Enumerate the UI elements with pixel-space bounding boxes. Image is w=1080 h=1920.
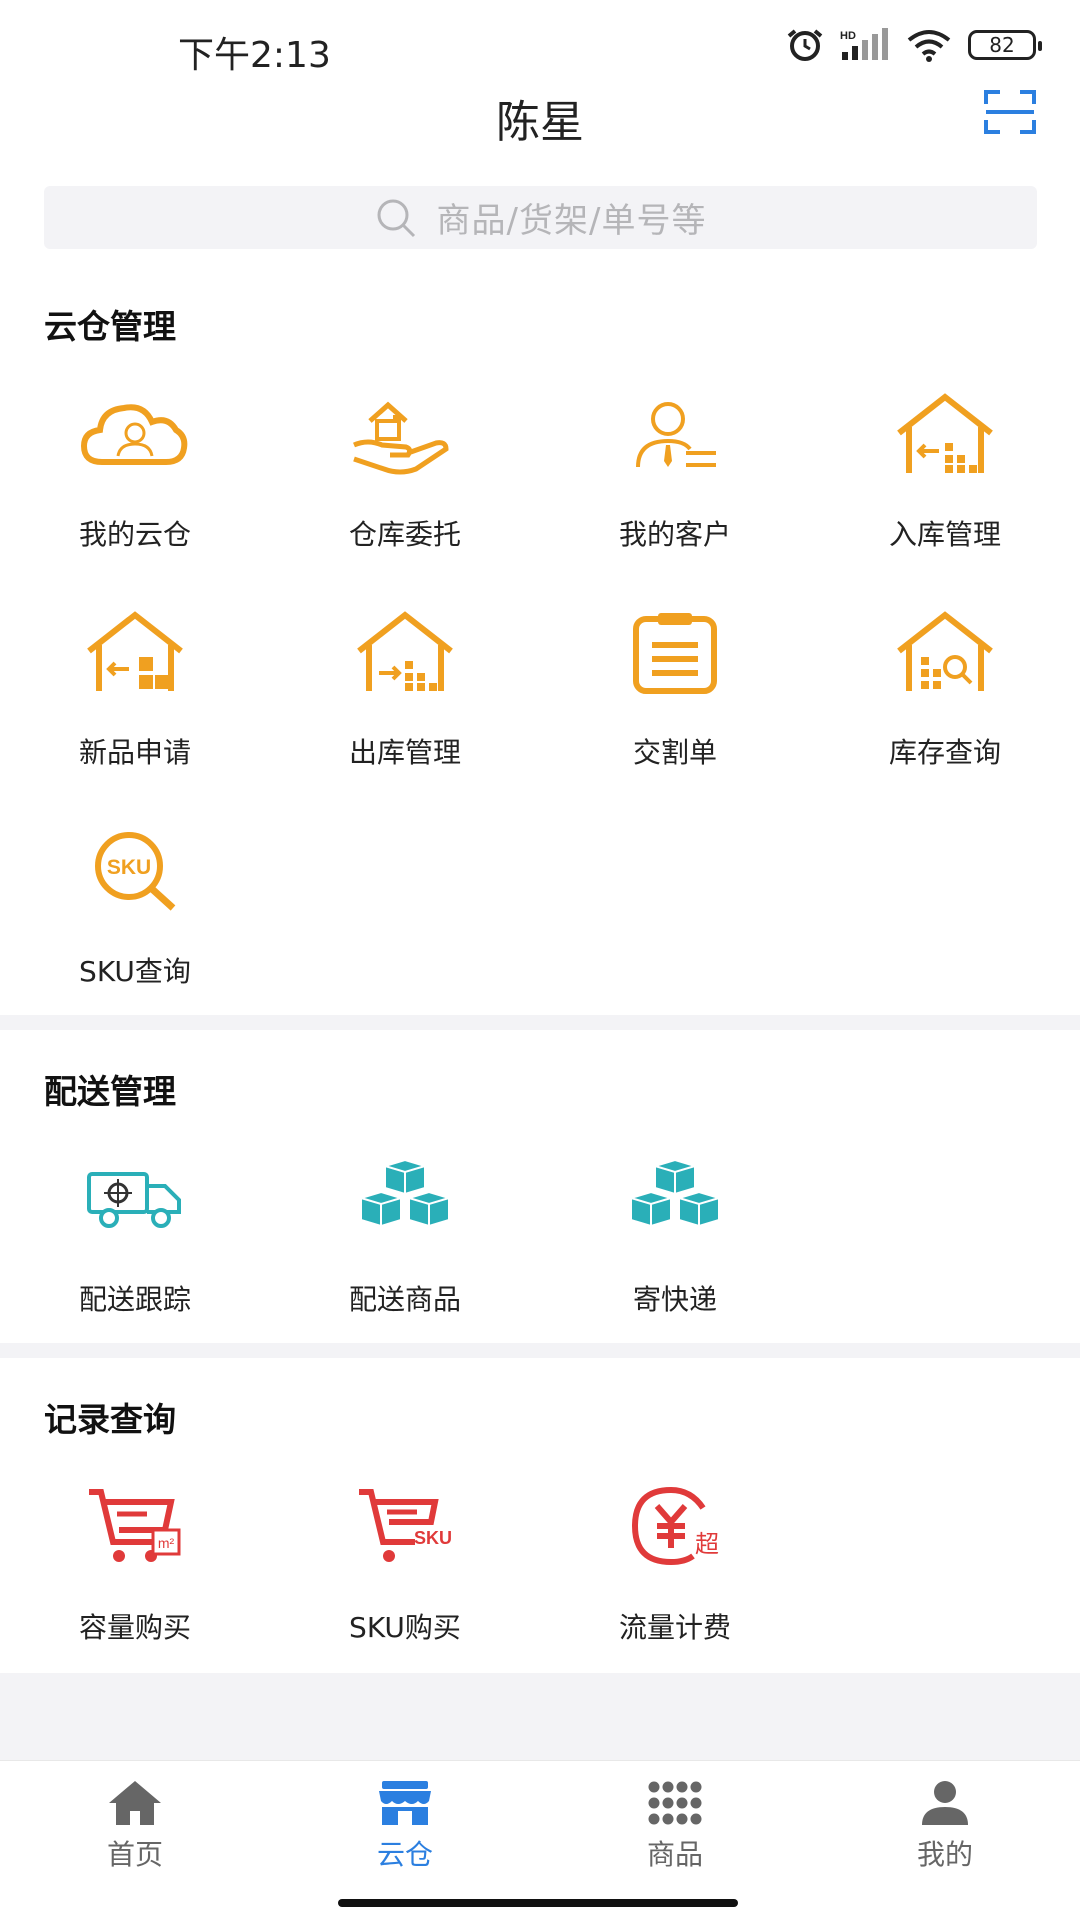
sku-purchase-button[interactable]: SKU SKU购买: [270, 1478, 540, 1646]
delivery-note-button[interactable]: 交割单: [540, 603, 810, 771]
my-customers-button[interactable]: 我的客户: [540, 385, 810, 553]
delivery-management-section: 配送管理 配送跟踪 配送商品 寄快递: [0, 1030, 1080, 1343]
home-indicator[interactable]: [338, 1899, 738, 1907]
item-label: 交割单: [632, 736, 717, 769]
boxes-icon: [360, 1158, 450, 1228]
new-product-icon: [87, 611, 183, 691]
person-icon: [922, 1781, 968, 1825]
bottom-tab-bar: 首页 云仓 商品 我的: [0, 1760, 1080, 1920]
capacity-purchase-button[interactable]: m² 容量购买: [0, 1478, 270, 1646]
item-label: 寄快递: [632, 1283, 717, 1316]
inventory-search-icon: [897, 611, 993, 691]
section-title-delivery: 配送管理: [44, 1072, 176, 1111]
delivery-goods-button[interactable]: 配送商品: [270, 1150, 540, 1318]
new-product-apply-button[interactable]: 新品申请: [0, 603, 270, 771]
cloud-user-icon: [80, 404, 188, 465]
tab-label: 我的: [916, 1838, 973, 1871]
search-placeholder: 商品/货架/单号等: [436, 201, 707, 241]
item-label: 仓库委托: [348, 518, 461, 551]
my-cloud-warehouse-button[interactable]: 我的云仓: [0, 385, 270, 553]
section-divider: [0, 1343, 1080, 1358]
item-label: 配送商品: [348, 1283, 461, 1316]
page-background-filler: [0, 1673, 1080, 1760]
tab-label: 首页: [106, 1838, 163, 1871]
search-input[interactable]: 商品/货架/单号等: [44, 186, 1037, 249]
inbound-management-button[interactable]: 入库管理: [810, 385, 1080, 553]
scan-icon[interactable]: [984, 90, 1036, 134]
tab-products[interactable]: 商品: [540, 1779, 810, 1873]
section-title-records: 记录查询: [44, 1400, 176, 1439]
item-label: 出库管理: [348, 736, 461, 769]
section-title-cloud: 云仓管理: [44, 307, 176, 346]
customer-icon: [636, 402, 716, 468]
item-label: 流量计费: [618, 1611, 731, 1644]
alarm-icon: [787, 29, 823, 61]
item-label: 入库管理: [888, 518, 1001, 551]
send-express-button[interactable]: 寄快递: [540, 1150, 810, 1318]
status-bar: 下午2:13 HD 82: [0, 0, 1080, 90]
item-label: 我的云仓: [78, 518, 191, 551]
warehouse-inbound-icon: [897, 393, 993, 473]
records-query-section: 记录查询 m² 容量购买 SKU SKU购买 超 流量计费: [0, 1358, 1080, 1673]
battery-level: 82: [989, 33, 1015, 57]
svg-text:HD: HD: [840, 30, 856, 42]
clipboard-icon: [633, 613, 717, 694]
signal-icon: HD: [840, 28, 888, 60]
tab-label: 云仓: [376, 1838, 433, 1871]
grid-dots-icon: [648, 1781, 702, 1825]
home-icon: [109, 1781, 161, 1825]
traffic-billing-button[interactable]: 超 流量计费: [540, 1478, 810, 1646]
item-label: SKU查询: [79, 955, 191, 988]
page-title: 陈星: [496, 97, 584, 148]
item-label: 配送跟踪: [78, 1283, 191, 1316]
battery-indicator: 82: [968, 30, 1042, 60]
sku-badge: SKU: [414, 1528, 452, 1548]
search-icon: [377, 199, 415, 237]
status-icons: HD 82: [786, 28, 1042, 62]
overage-badge: 超: [695, 1530, 719, 1558]
outbound-management-button[interactable]: 出库管理: [270, 603, 540, 771]
section-divider: [0, 1015, 1080, 1030]
tab-cloud-warehouse[interactable]: 云仓: [270, 1779, 540, 1873]
svg-text:SKU: SKU: [107, 856, 151, 879]
delivery-tracking-button[interactable]: 配送跟踪: [0, 1150, 270, 1318]
item-label: 我的客户: [618, 518, 731, 551]
hand-house-icon: [353, 401, 449, 475]
status-time: 下午2:13: [178, 35, 331, 76]
tab-label: 商品: [646, 1838, 703, 1871]
item-label: 库存查询: [888, 736, 1001, 769]
sku-query-button[interactable]: SKU SKU查询: [0, 822, 270, 990]
item-label: 容量购买: [78, 1611, 191, 1644]
yuan-billing-icon: 超: [631, 1486, 719, 1566]
capacity-badge: m²: [158, 1535, 175, 1551]
cart-capacity-icon: m²: [89, 1489, 181, 1562]
page: 下午2:13 HD 82 陈星 商品/货架/单号等 云仓管理 我的云仓 仓库委托…: [0, 0, 1080, 1920]
cart-sku-icon: SKU: [359, 1489, 452, 1562]
boxes-icon: [630, 1158, 720, 1228]
warehouse-outbound-icon: [357, 611, 453, 691]
inventory-query-button[interactable]: 库存查询: [810, 603, 1080, 771]
store-icon: [379, 1781, 431, 1825]
tab-mine[interactable]: 我的: [810, 1779, 1080, 1873]
tab-home[interactable]: 首页: [0, 1779, 270, 1873]
warehouse-entrust-button[interactable]: 仓库委托: [270, 385, 540, 553]
item-label: SKU购买: [349, 1611, 461, 1644]
truck-tracking-icon: [87, 1172, 181, 1228]
sku-search-icon: SKU: [95, 832, 176, 911]
item-label: 新品申请: [78, 736, 191, 769]
wifi-icon: [907, 30, 951, 62]
cloud-management-section: 云仓管理 我的云仓 仓库委托 我的客户 入库管理 新品申请 出库管理 交割单 库…: [0, 270, 1080, 1015]
